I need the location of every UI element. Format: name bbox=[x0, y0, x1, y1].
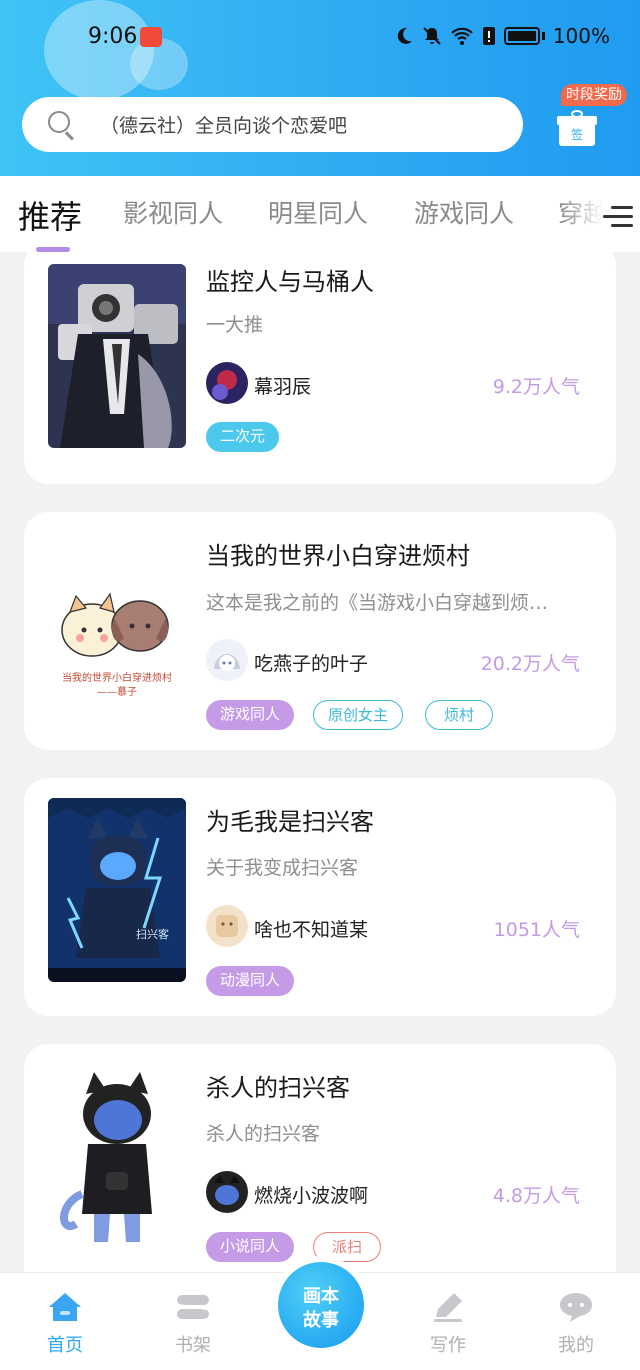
story-title[interactable]: 监控人与马桶人 bbox=[206, 262, 374, 297]
topic-tag[interactable]: 派扫 bbox=[313, 1232, 381, 1262]
story-card[interactable]: 扫兴客 为毛我是扫兴客 关于我变成扫兴客 啥也不知道某 1051人气 动漫同人 bbox=[24, 778, 616, 1016]
topic-tag[interactable]: 烦村 bbox=[425, 700, 493, 730]
story-description: 关于我变成扫兴客 bbox=[206, 857, 359, 879]
search-bar[interactable]: （德云社）全员向谈个恋爱吧 bbox=[22, 97, 523, 152]
topic-tag[interactable]: 原创女主 bbox=[313, 700, 404, 730]
story-card[interactable]: 杀人的扫兴客 杀人的扫兴客 燃烧小波波啊 4.8万人气 小说同人 派扫 bbox=[24, 1044, 616, 1272]
tab-celebrity-fanfic[interactable]: 明星同人 bbox=[268, 194, 368, 230]
story-feed[interactable]: 监控人与马桶人 一大推 幕羽辰 9.2万人气 二次元 当我的世界小白穿进烦村 —… bbox=[0, 252, 640, 1272]
search-icon bbox=[48, 110, 76, 140]
genre-tag[interactable]: 游戏同人 bbox=[206, 700, 295, 730]
tab-film-tv-fanfic[interactable]: 影视同人 bbox=[123, 194, 223, 230]
author-avatar[interactable] bbox=[206, 905, 248, 947]
cover-caption: 扫兴客 bbox=[136, 928, 169, 941]
sign-label: 签 bbox=[570, 128, 583, 142]
popularity-count: 4.8万人气 bbox=[492, 1185, 580, 1207]
popularity-count: 20.2万人气 bbox=[480, 653, 580, 675]
chat-bubble-icon bbox=[560, 1293, 592, 1322]
battery-tip bbox=[541, 32, 545, 40]
battery-icon bbox=[503, 27, 540, 45]
genre-tag[interactable]: 小说同人 bbox=[206, 1232, 295, 1262]
picture-story-button[interactable]: 画本 故事 bbox=[278, 1262, 364, 1348]
nav-write[interactable]: 写作 bbox=[398, 1273, 498, 1370]
center-button-label: 故事 bbox=[303, 1310, 339, 1331]
author-avatar[interactable] bbox=[206, 639, 248, 681]
story-cover[interactable] bbox=[48, 264, 186, 448]
app-notification-icon bbox=[140, 27, 162, 47]
popularity-count: 9.2万人气 bbox=[492, 376, 580, 398]
story-description: 一大推 bbox=[206, 314, 264, 336]
tab-recommend[interactable]: 推荐 bbox=[18, 192, 82, 238]
story-title[interactable]: 杀人的扫兴客 bbox=[206, 1068, 350, 1103]
popularity-count: 1051人气 bbox=[493, 919, 580, 941]
story-card[interactable]: 监控人与马桶人 一大推 幕羽辰 9.2万人气 二次元 bbox=[24, 252, 616, 484]
author-avatar[interactable] bbox=[206, 1171, 248, 1213]
sim-alert-icon bbox=[482, 27, 495, 45]
home-icon bbox=[49, 1293, 81, 1321]
status-time: 9:06 bbox=[88, 24, 138, 49]
nav-home[interactable]: 首页 bbox=[15, 1273, 115, 1370]
bookshelf-icon bbox=[177, 1295, 209, 1319]
nav-bookshelf[interactable]: 书架 bbox=[143, 1273, 243, 1370]
nav-me[interactable]: 我的 bbox=[526, 1273, 626, 1370]
center-button-label: 画本 bbox=[303, 1286, 339, 1307]
tab-game-fanfic[interactable]: 游戏同人 bbox=[414, 194, 514, 230]
nav-label: 我的 bbox=[558, 1335, 594, 1356]
story-cover[interactable] bbox=[48, 1064, 186, 1248]
author-name[interactable]: 幕羽辰 bbox=[254, 372, 311, 399]
story-title[interactable]: 当我的世界小白穿进烦村 bbox=[206, 536, 470, 571]
story-title[interactable]: 为毛我是扫兴客 bbox=[206, 802, 374, 837]
battery-percent: 100% bbox=[552, 24, 610, 48]
story-cover[interactable]: 扫兴客 bbox=[48, 798, 186, 982]
genre-tag[interactable]: 动漫同人 bbox=[206, 966, 295, 996]
story-description: 杀人的扫兴客 bbox=[206, 1123, 321, 1145]
search-placeholder: （德云社）全员向谈个恋爱吧 bbox=[100, 115, 348, 137]
author-name[interactable]: 燃烧小波波啊 bbox=[254, 1181, 368, 1208]
bell-off-icon bbox=[423, 27, 441, 45]
author-avatar[interactable] bbox=[206, 362, 248, 404]
pen-icon bbox=[434, 1293, 462, 1322]
story-description: 这本是我之前的《当游戏小白穿越到烦… bbox=[206, 592, 549, 614]
genre-tag[interactable]: 二次元 bbox=[206, 422, 280, 452]
moon-icon bbox=[397, 27, 412, 44]
story-card[interactable]: 当我的世界小白穿进烦村 ——慕子 当我的世界小白穿进烦村 这本是我之前的《当游戏… bbox=[24, 512, 616, 750]
author-name[interactable]: 吃燕子的叶子 bbox=[254, 649, 368, 676]
nav-label: 书架 bbox=[175, 1335, 211, 1356]
header: 9:06 100% （德云社）全员向谈个恋爱吧 时段奖励 签 bbox=[0, 0, 640, 176]
wifi-icon bbox=[451, 27, 473, 45]
nav-label: 首页 bbox=[47, 1335, 83, 1356]
gift-icon[interactable]: 签 bbox=[557, 110, 597, 146]
nav-label: 写作 bbox=[430, 1335, 466, 1356]
author-name[interactable]: 啥也不知道某 bbox=[254, 915, 368, 942]
reward-badge[interactable]: 时段奖励 bbox=[561, 84, 627, 106]
cover-caption: 当我的世界小白穿进烦村 ——慕子 bbox=[62, 673, 172, 698]
story-cover[interactable]: 当我的世界小白穿进烦村 ——慕子 bbox=[48, 538, 186, 722]
status-icons: 100% bbox=[394, 24, 610, 48]
menu-icon[interactable] bbox=[603, 202, 633, 232]
